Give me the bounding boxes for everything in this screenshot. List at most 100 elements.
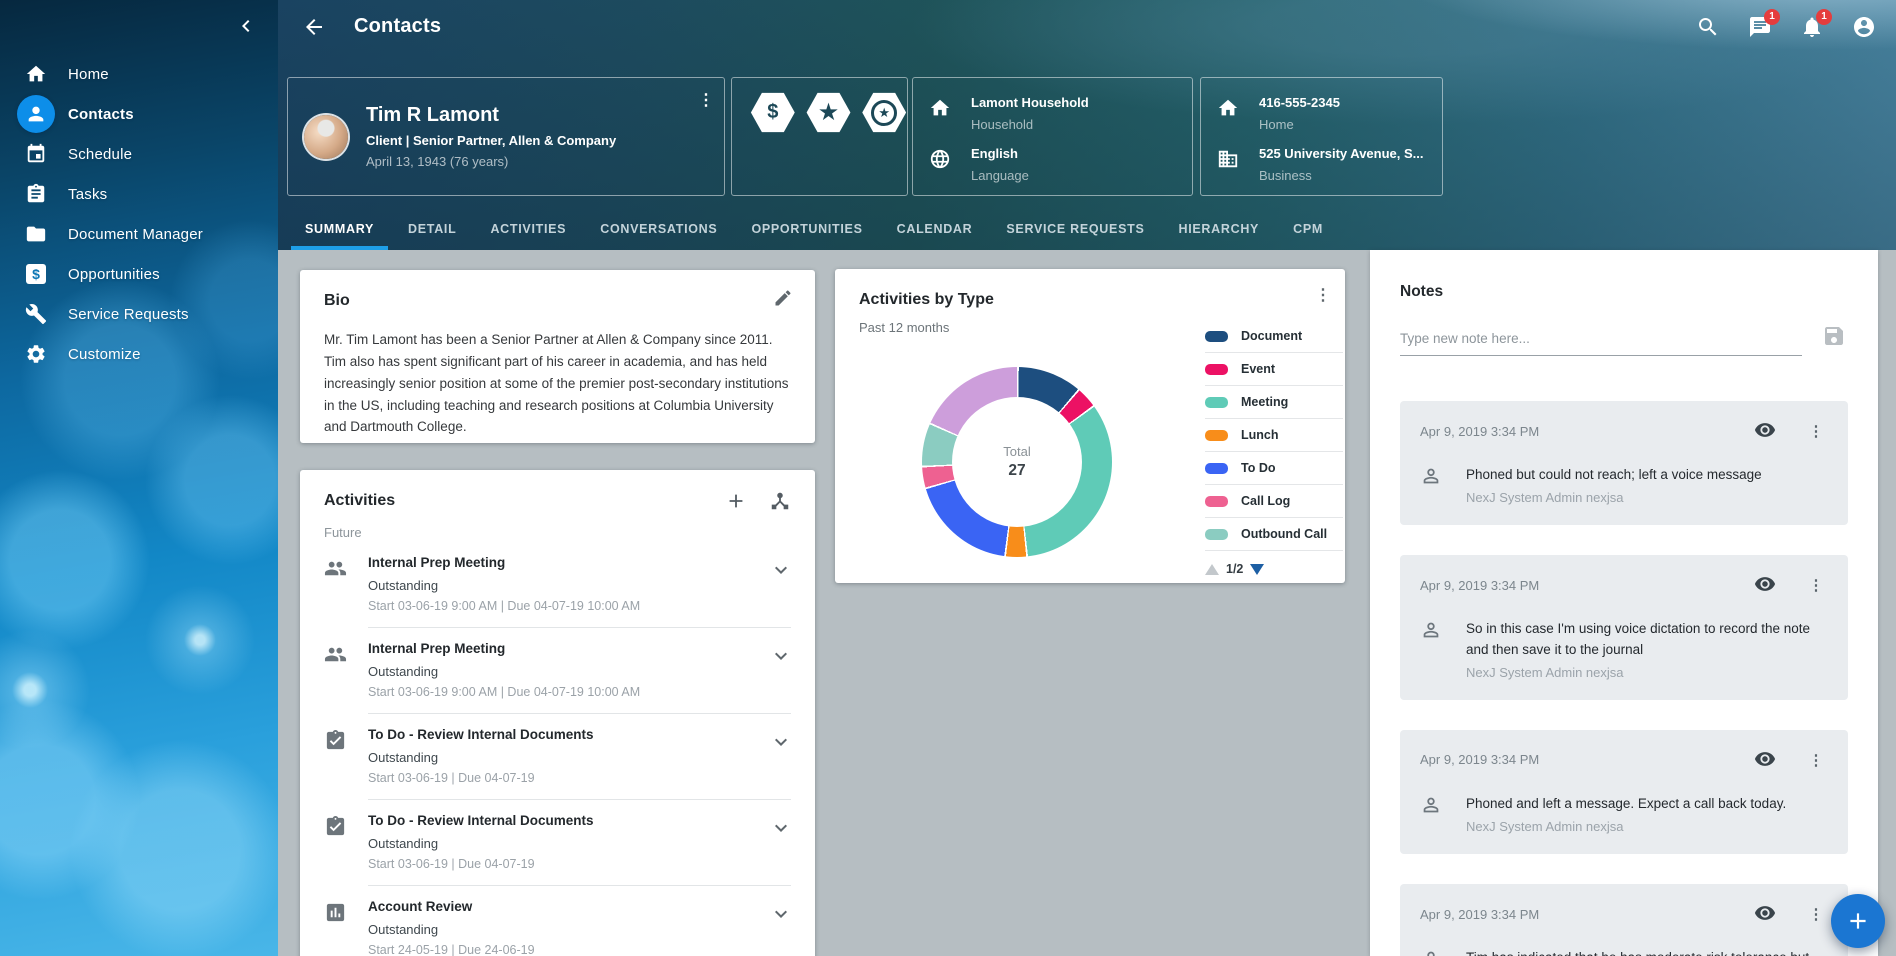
- sidebar-item-schedule[interactable]: Schedule: [0, 134, 278, 174]
- sidebar-item-label: Contacts: [68, 106, 134, 123]
- note-text: So in this case I'm using voice dictatio…: [1466, 619, 1828, 660]
- legend-rows: Document Event Meeting Lunch To Do Call …: [1205, 320, 1343, 551]
- edit-pencil-icon[interactable]: [773, 288, 795, 310]
- chevron-down-icon[interactable]: [769, 558, 793, 582]
- sidebar: Home Contacts Schedule Tasks Document Ma…: [0, 0, 278, 956]
- sidebar-item-icon: $: [24, 262, 48, 286]
- tab-opportunities[interactable]: OPPORTUNITIES: [734, 208, 879, 250]
- activity-row[interactable]: Internal Prep Meeting Outstanding Start …: [300, 628, 815, 714]
- chevron-down-icon[interactable]: [769, 902, 793, 926]
- note-card: Apr 9, 2019 3:34 PM ⋮ Phoned but could n…: [1400, 401, 1848, 525]
- activity-type-icon: [324, 815, 348, 839]
- sidebar-item-contacts[interactable]: Contacts: [0, 94, 278, 134]
- eye-icon[interactable]: [1754, 419, 1778, 443]
- legend-label: Outbound Call: [1241, 527, 1327, 541]
- dollar-badge-icon[interactable]: $: [750, 92, 796, 133]
- sidebar-collapse-icon[interactable]: [234, 14, 258, 38]
- activity-type-icon: [324, 557, 348, 581]
- activity-row[interactable]: Account Review Outstanding Start 24-05-1…: [300, 886, 815, 956]
- legend-page-indicator: 1/2: [1226, 562, 1243, 576]
- activity-dates: Start 03-06-19 9:00 AM | Due 04-07-19 10…: [368, 685, 761, 699]
- notifications-bell-icon[interactable]: 1: [1800, 15, 1824, 39]
- address-row[interactable]: 525 University Avenue, S... Business: [1215, 139, 1428, 190]
- person-icon: [1420, 465, 1444, 489]
- tab-service-requests[interactable]: SERVICE REQUESTS: [989, 208, 1161, 250]
- contact-avatar[interactable]: [304, 115, 348, 159]
- sidebar-item-service-requests[interactable]: Service Requests: [0, 294, 278, 334]
- note-menu-icon[interactable]: ⋮: [1804, 419, 1828, 443]
- phone-row[interactable]: 416-555-2345 Home: [1215, 88, 1428, 139]
- legend-item-outbound-call[interactable]: Outbound Call: [1205, 518, 1343, 551]
- note-menu-icon[interactable]: ⋮: [1804, 573, 1828, 597]
- tab-conversations[interactable]: CONVERSATIONS: [583, 208, 734, 250]
- hierarchy-icon[interactable]: [769, 490, 793, 514]
- tab-cpm[interactable]: CPM: [1276, 208, 1340, 250]
- add-activity-icon[interactable]: [725, 490, 749, 514]
- legend-label: Event: [1241, 362, 1275, 376]
- chevron-down-icon[interactable]: [769, 644, 793, 668]
- account-icon[interactable]: [1852, 15, 1876, 39]
- legend-page-down-icon[interactable]: [1250, 564, 1264, 575]
- legend-page-up-icon[interactable]: [1205, 564, 1219, 575]
- sidebar-item-document-manager[interactable]: Document Manager: [0, 214, 278, 254]
- contact-birthday: April 13, 1943 (76 years): [366, 154, 616, 169]
- language-row[interactable]: English Language: [927, 139, 1178, 190]
- conversations-icon[interactable]: 1: [1748, 15, 1772, 39]
- note-author: NexJ System Admin nexjsa: [1466, 665, 1828, 680]
- sidebar-item-tasks[interactable]: Tasks: [0, 174, 278, 214]
- note-timestamp: Apr 9, 2019 3:34 PM: [1420, 424, 1754, 439]
- legend-item-lunch[interactable]: Lunch: [1205, 419, 1343, 452]
- address-type: Business: [1259, 168, 1424, 183]
- tab-detail[interactable]: DETAIL: [391, 208, 473, 250]
- content-area: Bio Mr. Tim Lamont has been a Senior Par…: [278, 250, 1896, 956]
- search-icon[interactable]: [1696, 15, 1720, 39]
- activity-title: To Do - Review Internal Documents: [368, 727, 761, 742]
- tab-activities[interactable]: ACTIVITIES: [473, 208, 583, 250]
- sidebar-item-label: Tasks: [68, 186, 107, 203]
- sidebar-item-home[interactable]: Home: [0, 54, 278, 94]
- sidebar-item-customize[interactable]: Customize: [0, 334, 278, 374]
- add-fab-button[interactable]: [1831, 894, 1885, 948]
- legend-item-meeting[interactable]: Meeting: [1205, 386, 1343, 419]
- chart-legend: Document Event Meeting Lunch To Do Call …: [1205, 320, 1343, 576]
- back-arrow-icon[interactable]: [302, 15, 326, 39]
- eye-icon[interactable]: [1754, 748, 1778, 772]
- contact-header: Contacts 1 1: [278, 0, 1896, 250]
- activity-row[interactable]: Internal Prep Meeting Outstanding Start …: [300, 542, 815, 628]
- star-badge-icon[interactable]: ★: [806, 92, 852, 133]
- eye-icon[interactable]: [1754, 902, 1778, 926]
- tab-summary[interactable]: SUMMARY: [288, 208, 391, 250]
- chart-menu-icon[interactable]: ⋮: [1311, 283, 1335, 307]
- save-note-icon[interactable]: [1822, 324, 1848, 350]
- sidebar-item-opportunities[interactable]: $ Opportunities: [0, 254, 278, 294]
- legend-item-event[interactable]: Event: [1205, 353, 1343, 386]
- activity-row[interactable]: To Do - Review Internal Documents Outsta…: [300, 800, 815, 886]
- legend-item-document[interactable]: Document: [1205, 320, 1343, 353]
- contact-summary-card: Tim R Lamont Client | Senior Partner, Al…: [287, 77, 725, 196]
- eye-icon[interactable]: [1754, 573, 1778, 597]
- contact-menu-icon[interactable]: ⋮: [694, 88, 718, 112]
- activity-status: Outstanding: [368, 664, 761, 679]
- legend-color-chip: [1205, 397, 1228, 408]
- new-note-input[interactable]: [1400, 326, 1802, 356]
- contact-badges-card: $★★: [731, 77, 908, 196]
- legend-item-call-log[interactable]: Call Log: [1205, 485, 1343, 518]
- tab-hierarchy[interactable]: HIERARCHY: [1161, 208, 1276, 250]
- legend-item-to-do[interactable]: To Do: [1205, 452, 1343, 485]
- phone-address-card: 416-555-2345 Home 525 University Avenue,…: [1200, 77, 1443, 196]
- note-menu-icon[interactable]: ⋮: [1804, 748, 1828, 772]
- sidebar-item-icon: [24, 222, 48, 246]
- tab-calendar[interactable]: CALENDAR: [880, 208, 990, 250]
- star-circle-badge-icon[interactable]: ★: [861, 92, 907, 133]
- household-row[interactable]: Lamont Household Household: [927, 88, 1178, 139]
- chevron-down-icon[interactable]: [769, 730, 793, 754]
- sidebar-item-label: Home: [68, 66, 109, 83]
- sidebar-item-icon: [24, 102, 48, 126]
- activity-dates: Start 03-06-19 | Due 04-07-19: [368, 857, 761, 871]
- note-menu-icon[interactable]: ⋮: [1804, 902, 1828, 926]
- person-icon: [1420, 948, 1444, 956]
- notes-list: Apr 9, 2019 3:34 PM ⋮ Phoned but could n…: [1400, 401, 1848, 956]
- donut-chart[interactable]: Total 27: [922, 367, 1112, 557]
- chevron-down-icon[interactable]: [769, 816, 793, 840]
- activity-row[interactable]: To Do - Review Internal Documents Outsta…: [300, 714, 815, 800]
